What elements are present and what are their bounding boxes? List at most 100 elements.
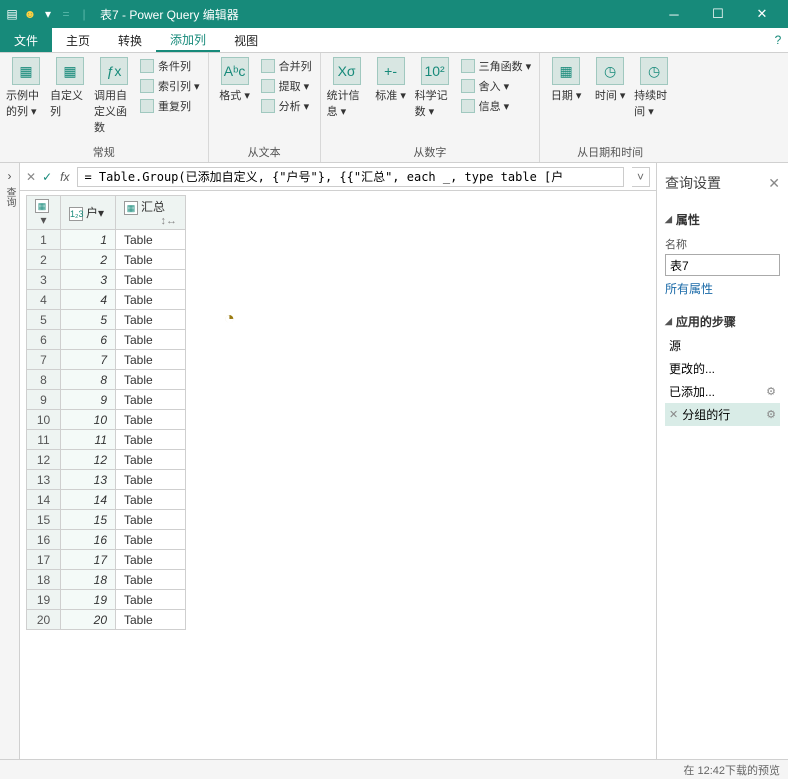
- table-row[interactable]: 22Table: [27, 250, 186, 270]
- row-number[interactable]: 5: [27, 310, 61, 330]
- accept-formula-icon[interactable]: ✓: [42, 170, 52, 184]
- cell-huizong[interactable]: Table: [116, 450, 186, 470]
- cell-huizong[interactable]: Table: [116, 610, 186, 630]
- index-column-button[interactable]: 索引列 ▾: [138, 77, 202, 95]
- cell-huizong[interactable]: Table: [116, 270, 186, 290]
- from-examples-button[interactable]: ▦示例中的列 ▾: [6, 57, 46, 119]
- help-icon[interactable]: ?: [768, 28, 788, 52]
- applied-steps-header[interactable]: 应用的步骤: [665, 313, 780, 330]
- gear-icon[interactable]: ⚙: [766, 408, 776, 421]
- close-panel-icon[interactable]: ✕: [768, 175, 780, 192]
- table-row[interactable]: 1919Table: [27, 590, 186, 610]
- row-number[interactable]: 3: [27, 270, 61, 290]
- duplicate-column-button[interactable]: 重复列: [138, 97, 202, 115]
- step-added[interactable]: 已添加...⚙: [665, 380, 780, 403]
- qat-icon[interactable]: ▤: [4, 6, 20, 22]
- table-row[interactable]: 2020Table: [27, 610, 186, 630]
- cell-hu[interactable]: 13: [61, 470, 116, 490]
- cancel-formula-icon[interactable]: ✕: [26, 170, 36, 184]
- table-row[interactable]: 1313Table: [27, 470, 186, 490]
- cell-huizong[interactable]: Table: [116, 510, 186, 530]
- row-number[interactable]: 13: [27, 470, 61, 490]
- cell-hu[interactable]: 5: [61, 310, 116, 330]
- format-button[interactable]: Aᵇc格式 ▾: [215, 57, 255, 103]
- row-number[interactable]: 14: [27, 490, 61, 510]
- standard-button[interactable]: +-标准 ▾: [371, 57, 411, 103]
- maximize-button[interactable]: ☐: [696, 0, 740, 28]
- row-number[interactable]: 2: [27, 250, 61, 270]
- time-button[interactable]: ◷时间 ▾: [590, 57, 630, 103]
- row-number[interactable]: 4: [27, 290, 61, 310]
- qat-dropdown-icon[interactable]: ▾: [40, 6, 56, 22]
- cell-hu[interactable]: 1: [61, 230, 116, 250]
- formula-dropdown-icon[interactable]: ˅: [632, 167, 650, 187]
- cell-huizong[interactable]: Table: [116, 490, 186, 510]
- table-row[interactable]: 99Table: [27, 390, 186, 410]
- table-row[interactable]: 88Table: [27, 370, 186, 390]
- all-properties-link[interactable]: 所有属性: [665, 280, 780, 297]
- extract-button[interactable]: 提取 ▾: [259, 77, 314, 95]
- cell-huizong[interactable]: Table: [116, 390, 186, 410]
- info-button[interactable]: 信息 ▾: [459, 97, 534, 115]
- row-number[interactable]: 11: [27, 430, 61, 450]
- queries-sidebar-collapsed[interactable]: › 查询: [0, 163, 20, 759]
- table-row[interactable]: 1717Table: [27, 550, 186, 570]
- cell-hu[interactable]: 17: [61, 550, 116, 570]
- cell-hu[interactable]: 15: [61, 510, 116, 530]
- cell-hu[interactable]: 14: [61, 490, 116, 510]
- properties-header[interactable]: 属性: [665, 211, 780, 228]
- corner-header[interactable]: ▦▾: [27, 196, 61, 230]
- cell-hu[interactable]: 6: [61, 330, 116, 350]
- name-input[interactable]: [665, 254, 780, 276]
- delete-step-icon[interactable]: ✕: [669, 408, 678, 421]
- date-button[interactable]: ▦日期 ▾: [546, 57, 586, 103]
- cell-huizong[interactable]: Table: [116, 370, 186, 390]
- table-row[interactable]: 1818Table: [27, 570, 186, 590]
- formula-input[interactable]: [77, 167, 624, 187]
- duration-button[interactable]: ◷持续时间 ▾: [634, 57, 674, 119]
- expand-icon[interactable]: ↕↔: [161, 215, 178, 227]
- row-number[interactable]: 17: [27, 550, 61, 570]
- custom-column-button[interactable]: ▦自定义列: [50, 57, 90, 119]
- cell-hu[interactable]: 11: [61, 430, 116, 450]
- cell-huizong[interactable]: Table: [116, 410, 186, 430]
- cell-hu[interactable]: 2: [61, 250, 116, 270]
- cell-hu[interactable]: 9: [61, 390, 116, 410]
- tab-transform[interactable]: 转换: [104, 28, 156, 52]
- column-header-huizong[interactable]: ▦汇总↕↔: [116, 196, 186, 230]
- cell-hu[interactable]: 4: [61, 290, 116, 310]
- cell-huizong[interactable]: Table: [116, 530, 186, 550]
- row-number[interactable]: 7: [27, 350, 61, 370]
- cell-huizong[interactable]: Table: [116, 250, 186, 270]
- step-source[interactable]: 源: [665, 334, 780, 357]
- rounding-button[interactable]: 舍入 ▾: [459, 77, 534, 95]
- gear-icon[interactable]: ⚙: [766, 385, 776, 398]
- merge-columns-button[interactable]: 合并列: [259, 57, 314, 75]
- cell-huizong[interactable]: Table: [116, 550, 186, 570]
- cell-huizong[interactable]: Table: [116, 430, 186, 450]
- table-row[interactable]: 1111Table: [27, 430, 186, 450]
- cell-hu[interactable]: 10: [61, 410, 116, 430]
- row-number[interactable]: 10: [27, 410, 61, 430]
- table-row[interactable]: 1515Table: [27, 510, 186, 530]
- cell-hu[interactable]: 20: [61, 610, 116, 630]
- tab-view[interactable]: 视图: [220, 28, 272, 52]
- row-number[interactable]: 20: [27, 610, 61, 630]
- table-row[interactable]: 11Table: [27, 230, 186, 250]
- table-row[interactable]: 55Table: [27, 310, 186, 330]
- table-row[interactable]: 66Table: [27, 330, 186, 350]
- tab-file[interactable]: 文件: [0, 28, 52, 52]
- minimize-button[interactable]: ─: [652, 0, 696, 28]
- table-row[interactable]: 1616Table: [27, 530, 186, 550]
- tab-home[interactable]: 主页: [52, 28, 104, 52]
- qat-emoji-icon[interactable]: ☻: [22, 6, 38, 22]
- table-row[interactable]: 1414Table: [27, 490, 186, 510]
- cell-huizong[interactable]: Table: [116, 350, 186, 370]
- column-header-hu[interactable]: 1₂3户▾: [61, 196, 116, 230]
- row-number[interactable]: 6: [27, 330, 61, 350]
- parse-button[interactable]: 分析 ▾: [259, 97, 314, 115]
- step-grouped[interactable]: ✕分组的行⚙: [665, 403, 780, 426]
- cell-huizong[interactable]: Table: [116, 290, 186, 310]
- row-number[interactable]: 1: [27, 230, 61, 250]
- scientific-button[interactable]: 10²科学记数 ▾: [415, 57, 455, 119]
